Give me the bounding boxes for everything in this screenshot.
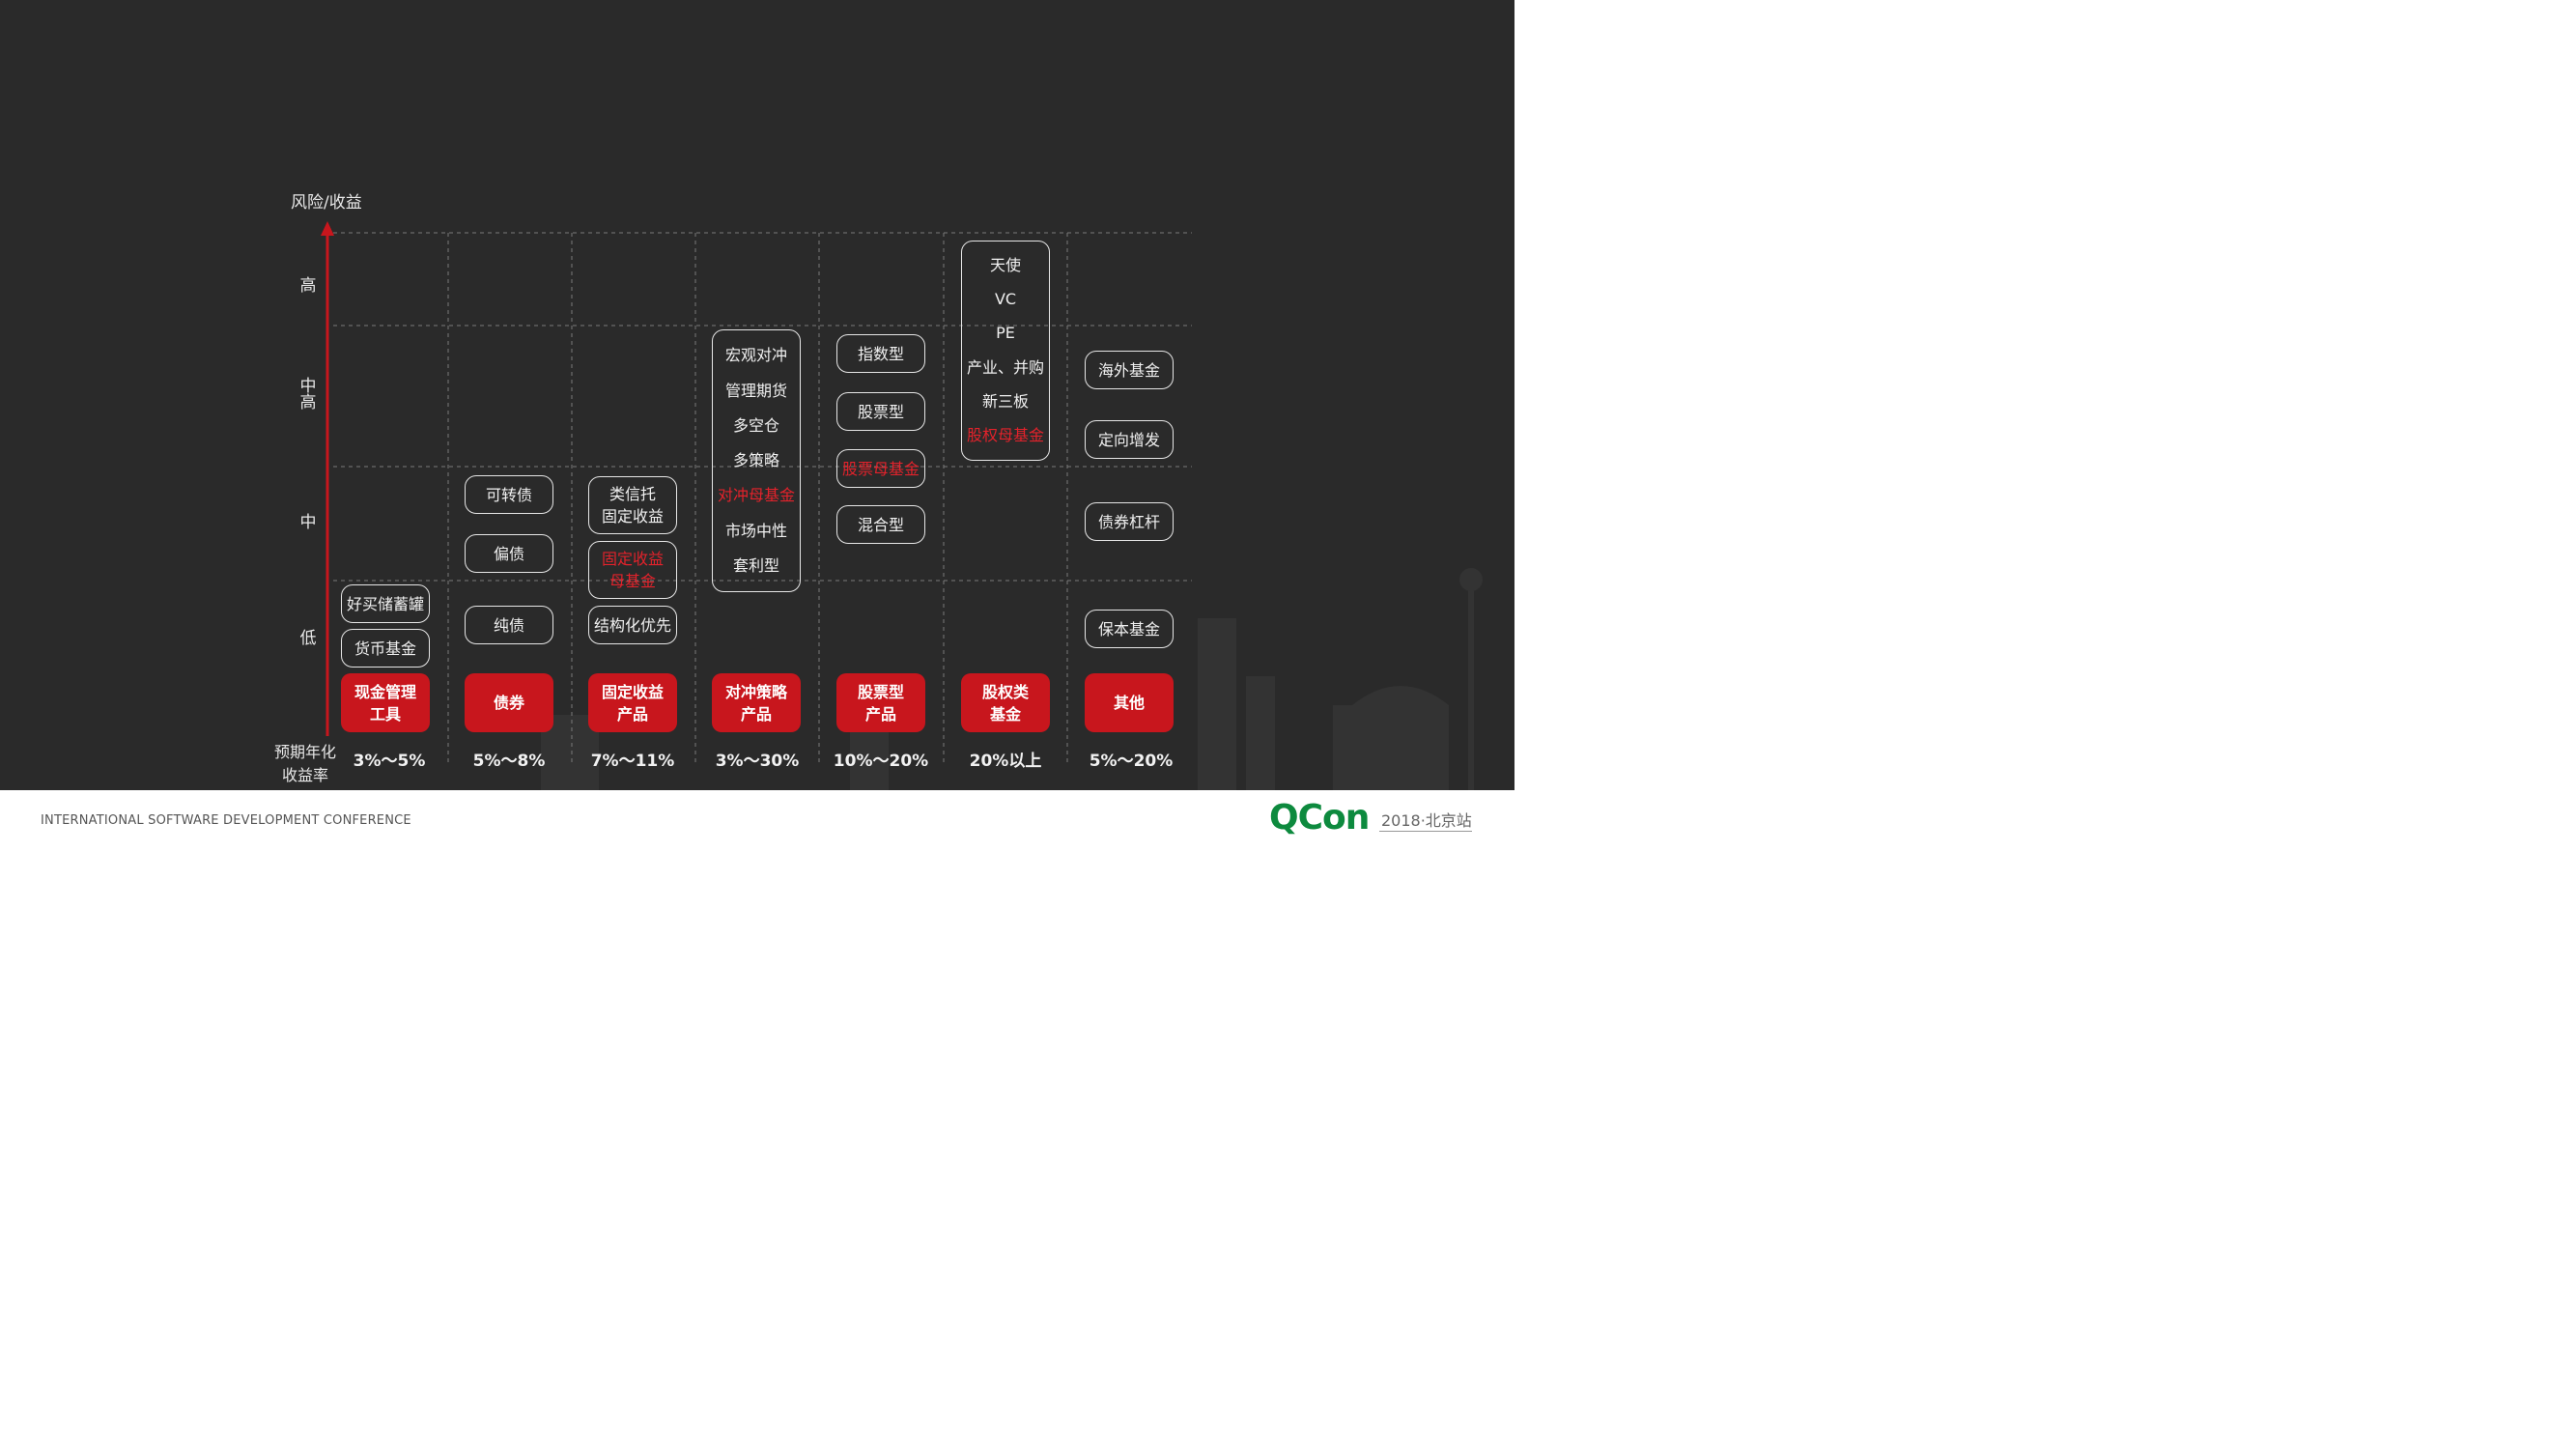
product-line: 多策略: [732, 451, 779, 469]
slide-canvas: 风险/收益 高 中高 中 低 好买储蓄罐 货币基金 可转债 偏债 纯债 类信托 …: [0, 0, 1514, 790]
qcon-logo: QCon: [1269, 798, 1370, 838]
product-line: PE: [996, 324, 1015, 343]
product-box: 海外基金: [1085, 351, 1174, 389]
product-line: 管理期货: [724, 381, 787, 400]
product-box-group: 天使 VC PE 产业、并购 新三板 股权母基金: [961, 241, 1050, 461]
product-box: 货币基金: [341, 629, 430, 668]
level-low: 低: [299, 629, 317, 648]
product-line: 新三板: [981, 391, 1029, 411]
product-box: 好买储蓄罐: [341, 584, 430, 623]
product-box: 可转债: [465, 475, 553, 514]
logo-divider: [1379, 831, 1472, 832]
product-box: 混合型: [836, 505, 925, 544]
level-mid: 中: [299, 513, 317, 532]
product-box: 保本基金: [1085, 610, 1174, 648]
product-box: 偏债: [465, 534, 553, 573]
rate-other: 5%～20%: [1089, 752, 1174, 771]
product-box-highlight: 固定收益 母基金: [588, 541, 677, 599]
product-box: 股票型: [836, 392, 925, 431]
category-label: 股票型产品: [857, 682, 904, 724]
product-line: 产业、并购: [966, 357, 1044, 377]
qcon-edition: 2018·北京站: [1381, 811, 1472, 830]
product-box: 结构化优先: [588, 606, 677, 644]
risk-axis-arrow: [321, 221, 334, 236]
rate-cash: 3%～5%: [353, 752, 426, 771]
product-box: 纯债: [465, 606, 553, 644]
product-box-group: 宏观对冲 管理期货 多空仓 多策略 对冲母基金 市场中性 套利型: [712, 329, 801, 592]
product-line: 多空仓: [732, 415, 779, 435]
rate-bond: 5%～8%: [472, 752, 546, 771]
product-box: 定向增发: [1085, 420, 1174, 459]
category-equity: 股权类基金: [961, 673, 1050, 732]
product-box: 类信托 固定收益: [588, 476, 677, 534]
category-label: 其他: [1113, 694, 1145, 712]
rate-equity: 20%以上: [969, 752, 1042, 771]
product-box: 债券杠杆: [1085, 502, 1174, 541]
category-hedge: 对冲策略产品: [712, 673, 801, 732]
axis-title: 风险/收益: [291, 193, 362, 213]
product-line: 固定收益: [601, 550, 664, 568]
product-line: 宏观对冲: [724, 346, 787, 365]
category-stock: 股票型产品: [836, 673, 925, 732]
category-fixed-income: 固定收益产品: [588, 673, 677, 732]
category-label: 股权类基金: [981, 682, 1029, 724]
product-line-highlight: 股权母基金: [966, 425, 1044, 444]
category-label: 固定收益产品: [601, 682, 664, 724]
rate-hedge: 3%～30%: [715, 752, 800, 771]
product-line: 市场中性: [724, 521, 787, 540]
product-line-highlight: 对冲母基金: [717, 486, 795, 505]
category-bond: 债券: [465, 673, 553, 732]
category-label: 债券: [493, 694, 524, 712]
product-line: 套利型: [732, 555, 779, 575]
level-high: 高: [299, 276, 317, 296]
product-line: 天使: [989, 256, 1021, 275]
product-box-highlight: 股票母基金: [836, 449, 925, 488]
rate-stock: 10%～20%: [833, 752, 929, 771]
product-line: 固定收益: [601, 507, 664, 526]
category-label: 对冲策略产品: [724, 682, 787, 724]
category-cash: 现金管理工具: [341, 673, 430, 732]
product-line: 母基金: [609, 572, 656, 590]
rate-fixed-income: 7%～11%: [590, 752, 675, 771]
product-line: 类信托: [609, 485, 656, 503]
category-label: 现金管理工具: [354, 682, 416, 724]
level-mid-high: 中高: [299, 377, 317, 412]
category-other: 其他: [1085, 673, 1174, 732]
expected-return-label: 预期年化收益率: [273, 743, 336, 784]
conference-name: INTERNATIONAL SOFTWARE DEVELOPMENT CONFE…: [41, 813, 411, 828]
product-box: 指数型: [836, 334, 925, 373]
product-line: VC: [994, 290, 1017, 309]
